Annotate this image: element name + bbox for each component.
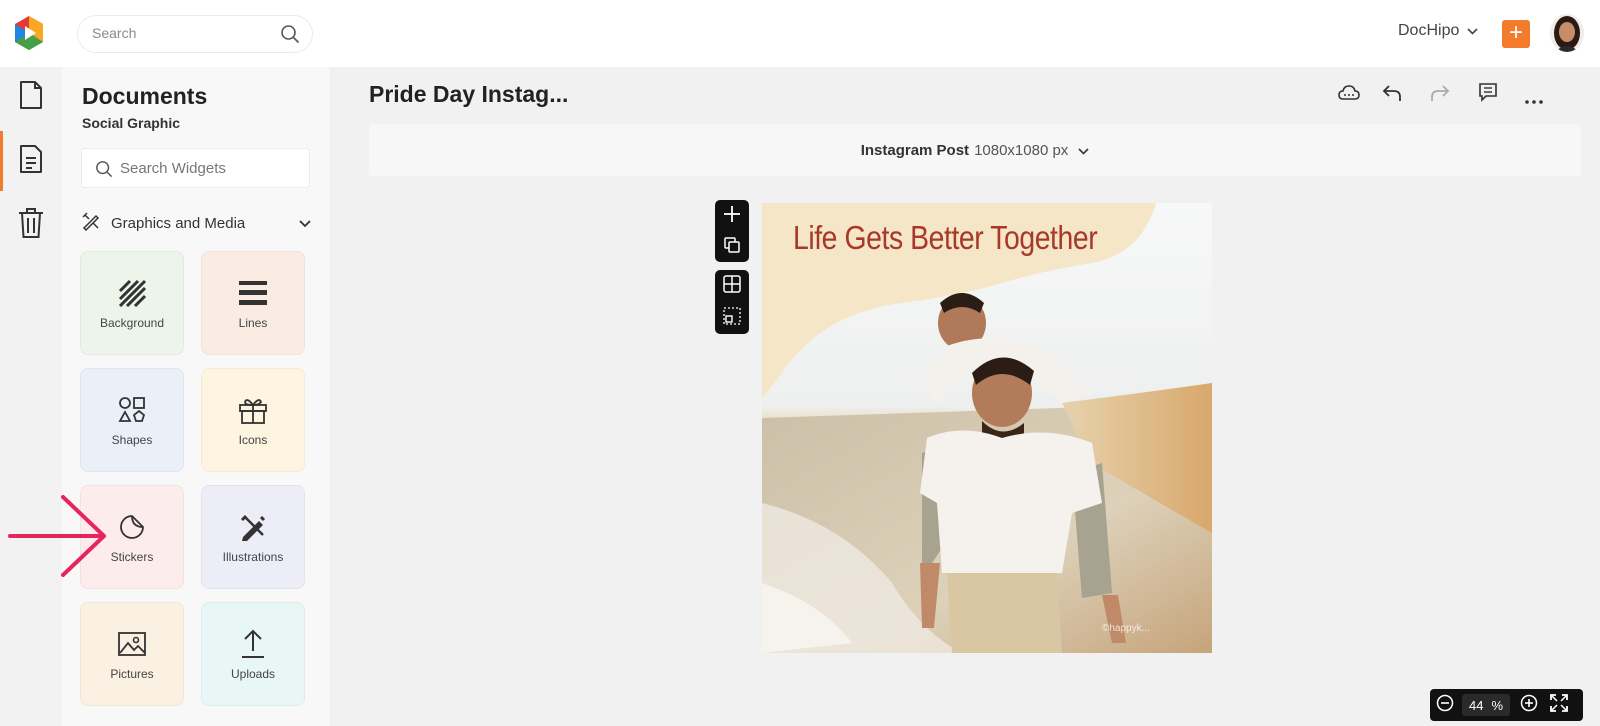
tile-lines[interactable]: Lines	[201, 251, 305, 355]
section-label: Graphics and Media	[111, 214, 246, 232]
size-value: 1080x1080 px	[974, 141, 1069, 159]
zoom-unit: %	[1491, 697, 1504, 713]
page-layout-toolbar	[715, 270, 749, 334]
upload-icon	[240, 627, 266, 661]
trash-icon	[18, 207, 44, 244]
chevron-down-icon	[1078, 142, 1089, 159]
tools-icon	[81, 211, 101, 235]
grid-icon[interactable]	[723, 274, 741, 298]
rail-item-new-document[interactable]	[0, 67, 62, 127]
account-menu-label: DocHipo	[1398, 22, 1460, 39]
sticker-icon	[119, 510, 145, 544]
zoom-in-icon[interactable]	[1520, 694, 1538, 717]
tile-label: Pictures	[110, 667, 154, 681]
chevron-down-icon	[299, 215, 311, 232]
dochipo-logo[interactable]	[12, 15, 46, 51]
panel-subtitle: Social Graphic	[82, 115, 181, 131]
tile-pictures[interactable]: Pictures	[80, 602, 184, 706]
widget-panel: Documents Social Graphic Graphics and Me…	[62, 67, 330, 726]
document-size-selector[interactable]: Instagram Post 1080x1080 px	[369, 124, 1581, 176]
tile-label: Icons	[238, 433, 268, 447]
zoom-control: 44 %	[1430, 689, 1583, 721]
rail-item-trash[interactable]	[0, 195, 62, 255]
comment-icon[interactable]	[1478, 82, 1498, 107]
lines-icon	[238, 276, 268, 310]
tile-label: Background	[99, 316, 165, 330]
tile-label: Shapes	[111, 433, 153, 447]
document-title[interactable]: Pride Day Instag...	[369, 81, 568, 108]
canvas-watermark: ©happyk...	[1102, 623, 1150, 634]
top-bar: DocHipo +	[0, 0, 1600, 67]
cloud-save-icon[interactable]	[1338, 83, 1360, 108]
global-search-input[interactable]	[92, 25, 272, 41]
widget-search-input[interactable]	[120, 160, 300, 177]
chevron-down-icon	[1467, 22, 1478, 40]
duplicate-page-icon[interactable]	[724, 236, 740, 258]
size-name: Instagram Post	[860, 141, 970, 159]
new-document-icon	[18, 80, 44, 115]
tile-illustrations[interactable]: Illustrations	[201, 485, 305, 589]
global-search	[77, 15, 313, 53]
background-icon	[118, 276, 146, 310]
shapes-icon	[118, 393, 146, 427]
redo-icon[interactable]	[1430, 83, 1450, 108]
tile-label: Uploads	[230, 667, 276, 681]
search-icon[interactable]	[280, 24, 300, 49]
tile-background[interactable]: Background	[80, 251, 184, 355]
widget-search	[81, 148, 310, 188]
tile-label: Illustrations	[222, 550, 284, 564]
tile-uploads[interactable]: Uploads	[201, 602, 305, 706]
zoom-out-icon[interactable]	[1436, 694, 1454, 717]
annotation-arrow	[8, 494, 108, 585]
more-options-icon[interactable]	[1525, 91, 1543, 109]
tile-label: Lines	[238, 316, 268, 330]
zoom-value-field[interactable]: 44 %	[1462, 694, 1510, 716]
documents-icon	[18, 144, 44, 179]
select-area-icon[interactable]	[723, 306, 741, 330]
search-icon	[95, 160, 113, 183]
tile-shapes[interactable]: Shapes	[80, 368, 184, 472]
panel-title: Documents	[82, 83, 208, 109]
design-canvas[interactable]: ©happyk... Life Gets Better Together	[762, 203, 1212, 653]
workspace: Pride Day Instag... Instagram Post 1080x…	[330, 67, 1600, 726]
left-rail	[0, 67, 62, 726]
canvas-photo[interactable]: ©happyk...	[762, 203, 1212, 653]
tile-icons[interactable]: Icons	[201, 368, 305, 472]
create-button[interactable]: +	[1502, 20, 1530, 48]
tile-label: Stickers	[110, 550, 154, 564]
avatar[interactable]	[1550, 14, 1584, 52]
undo-icon[interactable]	[1382, 83, 1402, 108]
add-page-icon[interactable]	[723, 205, 741, 228]
picture-icon	[117, 627, 147, 661]
zoom-value: 44	[1468, 697, 1484, 713]
account-menu[interactable]: DocHipo	[1398, 22, 1478, 40]
section-graphics-and-media[interactable]: Graphics and Media	[81, 211, 311, 235]
fullscreen-icon[interactable]	[1550, 693, 1568, 717]
gift-icon	[238, 393, 268, 427]
page-add-toolbar	[715, 200, 749, 262]
canvas-headline[interactable]: Life Gets Better Together	[793, 219, 1098, 257]
illustrations-icon	[239, 510, 267, 544]
rail-item-documents[interactable]	[0, 131, 62, 191]
